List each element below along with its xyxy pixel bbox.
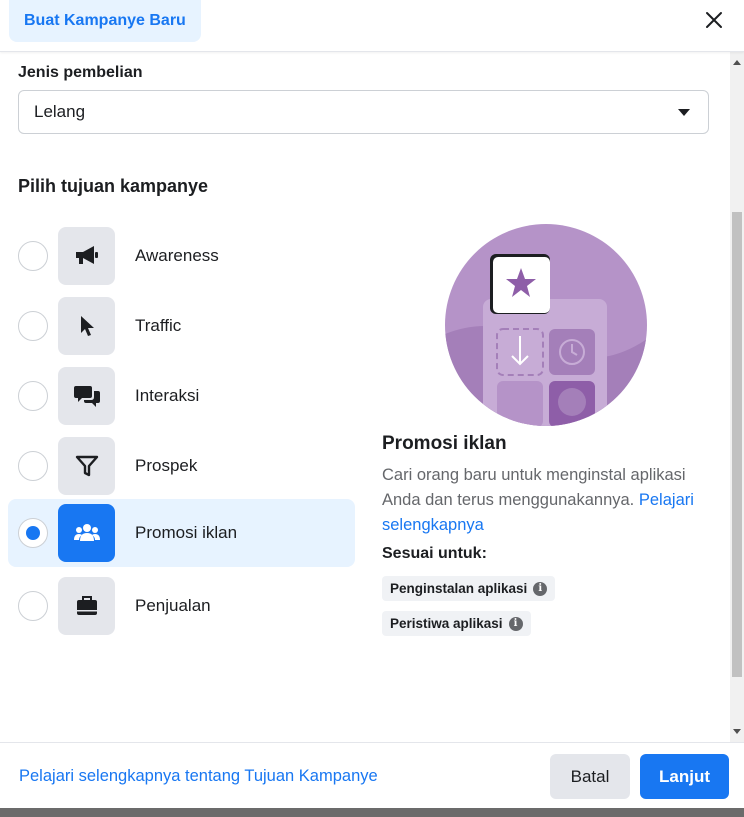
detail-description: Cari orang baru untuk menginstal aplikas…: [382, 463, 712, 538]
info-icon[interactable]: i: [508, 616, 523, 631]
cursor-icon: [58, 297, 115, 355]
objective-option-interaksi[interactable]: Interaksi: [8, 362, 355, 430]
dialog-header: Buat Kampanye Baru: [0, 0, 744, 52]
radio-button-checked[interactable]: [18, 518, 48, 548]
close-icon[interactable]: [702, 8, 726, 32]
objective-label: Interaksi: [135, 386, 200, 405]
learn-more-objectives-link[interactable]: Pelajari selengkapnya tentang Tujuan Kam…: [19, 767, 378, 786]
purchase-type-value: Lelang: [34, 102, 86, 121]
purchase-type-label: Jenis pembelian: [18, 64, 143, 81]
objective-section-title: Pilih tujuan kampanye: [18, 176, 209, 196]
objective-label: Promosi iklan: [135, 523, 238, 542]
tag-label: Penginstalan aplikasi: [390, 581, 528, 596]
objective-option-promosi-iklan[interactable]: Promosi iklan: [8, 499, 355, 567]
radio-button[interactable]: [18, 381, 48, 411]
create-campaign-dialog: Buat Kampanye Baru Jenis pembelian Lelan…: [0, 0, 744, 808]
fit-for-title: Sesuai untuk:: [382, 545, 487, 562]
scroll-up-arrow-icon[interactable]: [733, 60, 741, 65]
next-button[interactable]: Lanjut: [640, 754, 729, 799]
radio-button[interactable]: [18, 311, 48, 341]
info-icon[interactable]: i: [533, 581, 548, 596]
objective-option-traffic[interactable]: Traffic: [8, 292, 355, 360]
objective-option-prospek[interactable]: Prospek: [8, 432, 355, 500]
objective-option-awareness[interactable]: Awareness: [8, 222, 355, 290]
radio-button[interactable]: [18, 591, 48, 621]
funnel-icon: [58, 437, 115, 495]
objective-option-penjualan[interactable]: Penjualan: [8, 572, 355, 640]
scrollbar[interactable]: [730, 52, 744, 742]
tag-app-events: Peristiwa aplikasi i: [382, 611, 531, 636]
app-promotion-illustration: [445, 224, 647, 426]
chat-bubbles-icon: [58, 367, 115, 425]
cancel-button[interactable]: Batal: [550, 754, 630, 799]
people-icon: [58, 504, 115, 562]
dialog-title: Buat Kampanye Baru: [9, 0, 201, 42]
megaphone-icon: [58, 227, 115, 285]
scroll-down-arrow-icon[interactable]: [733, 729, 741, 734]
briefcase-icon: [58, 577, 115, 635]
scrollbar-thumb[interactable]: [732, 212, 742, 677]
radio-button[interactable]: [18, 241, 48, 271]
radio-button[interactable]: [18, 451, 48, 481]
dialog-body: Jenis pembelian Lelang Pilih tujuan kamp…: [0, 52, 730, 742]
tag-label: Peristiwa aplikasi: [390, 616, 503, 631]
objective-label: Penjualan: [135, 596, 211, 615]
purchase-type-select[interactable]: Lelang: [18, 90, 709, 134]
tag-app-install: Penginstalan aplikasi i: [382, 576, 556, 601]
dialog-footer: Pelajari selengkapnya tentang Tujuan Kam…: [0, 742, 744, 808]
caret-down-icon: [678, 109, 690, 116]
detail-title: Promosi iklan: [382, 433, 507, 454]
objective-label: Prospek: [135, 456, 198, 475]
objective-label: Awareness: [135, 246, 219, 265]
objective-label: Traffic: [135, 316, 182, 335]
